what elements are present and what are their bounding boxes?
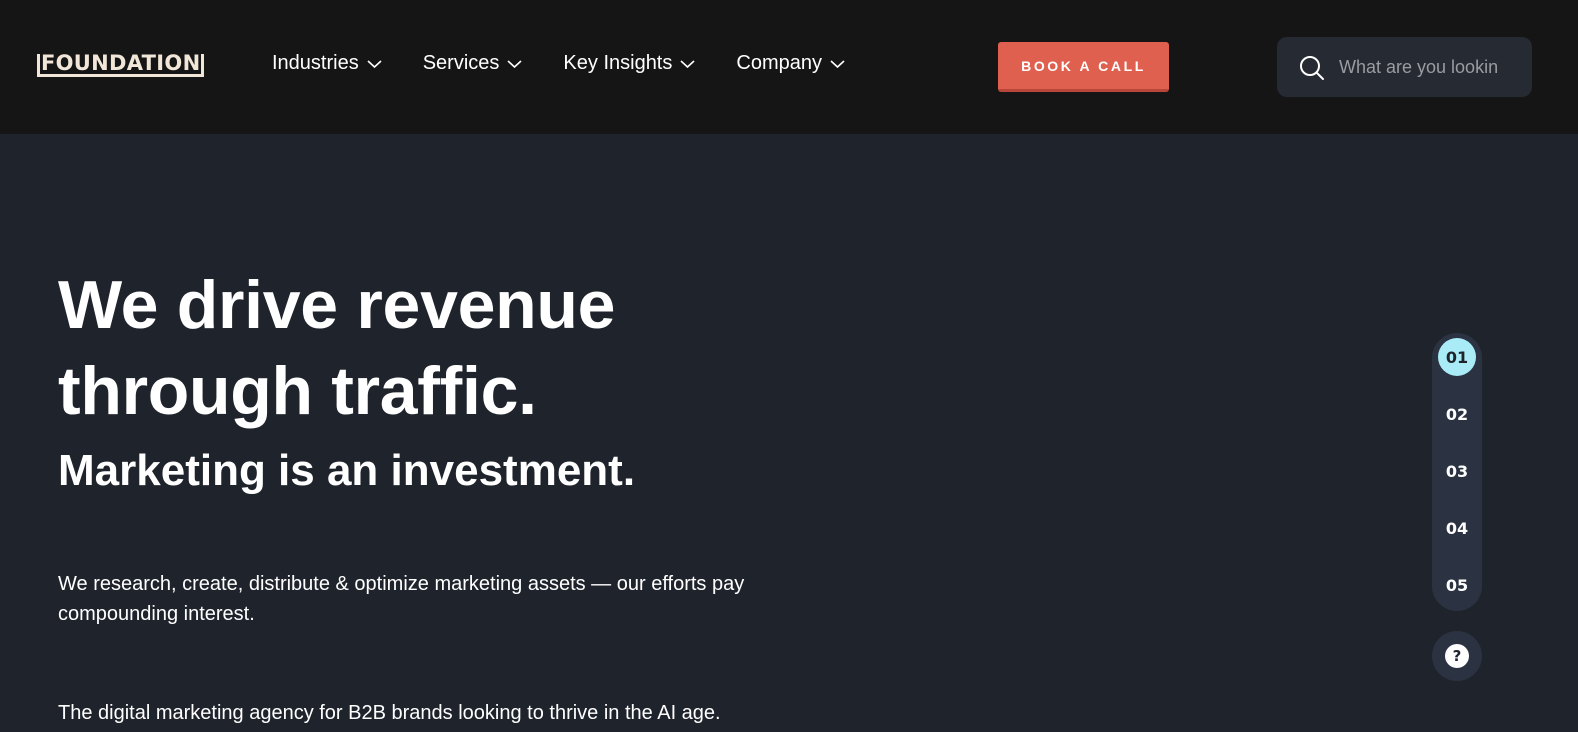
search-input[interactable]: [1339, 51, 1519, 83]
hero-title-line-2: through traffic.: [58, 353, 537, 429]
hero-description-line-2: compounding interest.: [58, 603, 255, 625]
hero-description: We research, create, distribute & optimi…: [58, 569, 778, 629]
hero-description-line-1: We research, create, distribute & optimi…: [58, 573, 745, 595]
nav-key-insights[interactable]: Key Insights: [563, 52, 695, 75]
nav-label: Industries: [272, 52, 359, 74]
nav-company[interactable]: Company: [736, 52, 845, 75]
top-navigation-bar: FOUNDATION Industries Services Key Insig…: [0, 0, 1578, 134]
chevron-down-icon: [507, 59, 522, 68]
hero-subtitle: Marketing is an investment.: [58, 446, 636, 495]
logo-text: FOUNDATION: [40, 50, 202, 77]
nav-services[interactable]: Services: [423, 52, 523, 75]
chevron-down-icon: [830, 59, 845, 68]
nav-industries[interactable]: Industries: [272, 52, 382, 75]
chevron-down-icon: [680, 59, 695, 68]
search-icon[interactable]: [1299, 55, 1325, 81]
question-mark-icon: ?: [1445, 644, 1469, 668]
search-box[interactable]: [1277, 37, 1532, 97]
hero-title-line-1: We drive revenue: [58, 267, 616, 343]
foundation-logo[interactable]: FOUNDATION: [37, 50, 205, 77]
main-nav: Industries Services Key Insights Company: [272, 52, 886, 75]
nav-label: Key Insights: [563, 52, 673, 74]
book-a-call-button[interactable]: BOOK A CALL: [998, 42, 1169, 92]
nav-label: Services: [422, 52, 500, 74]
logo-right-bar: [201, 53, 205, 77]
section-dot-01[interactable]: 01: [1438, 338, 1476, 376]
nav-label: Company: [736, 52, 822, 74]
help-button[interactable]: ?: [1432, 631, 1482, 681]
section-dot-03[interactable]: 03: [1438, 452, 1476, 490]
section-dot-05[interactable]: 05: [1438, 566, 1476, 604]
section-dot-04[interactable]: 04: [1438, 509, 1476, 547]
chevron-down-icon: [367, 59, 382, 68]
section-pagination: 01 02 03 04 05: [1432, 333, 1482, 611]
section-dot-02[interactable]: 02: [1438, 395, 1476, 433]
hero-title: We drive revenue through traffic.: [58, 262, 818, 434]
hero-tagline: The digital marketing agency for B2B bra…: [58, 702, 721, 724]
